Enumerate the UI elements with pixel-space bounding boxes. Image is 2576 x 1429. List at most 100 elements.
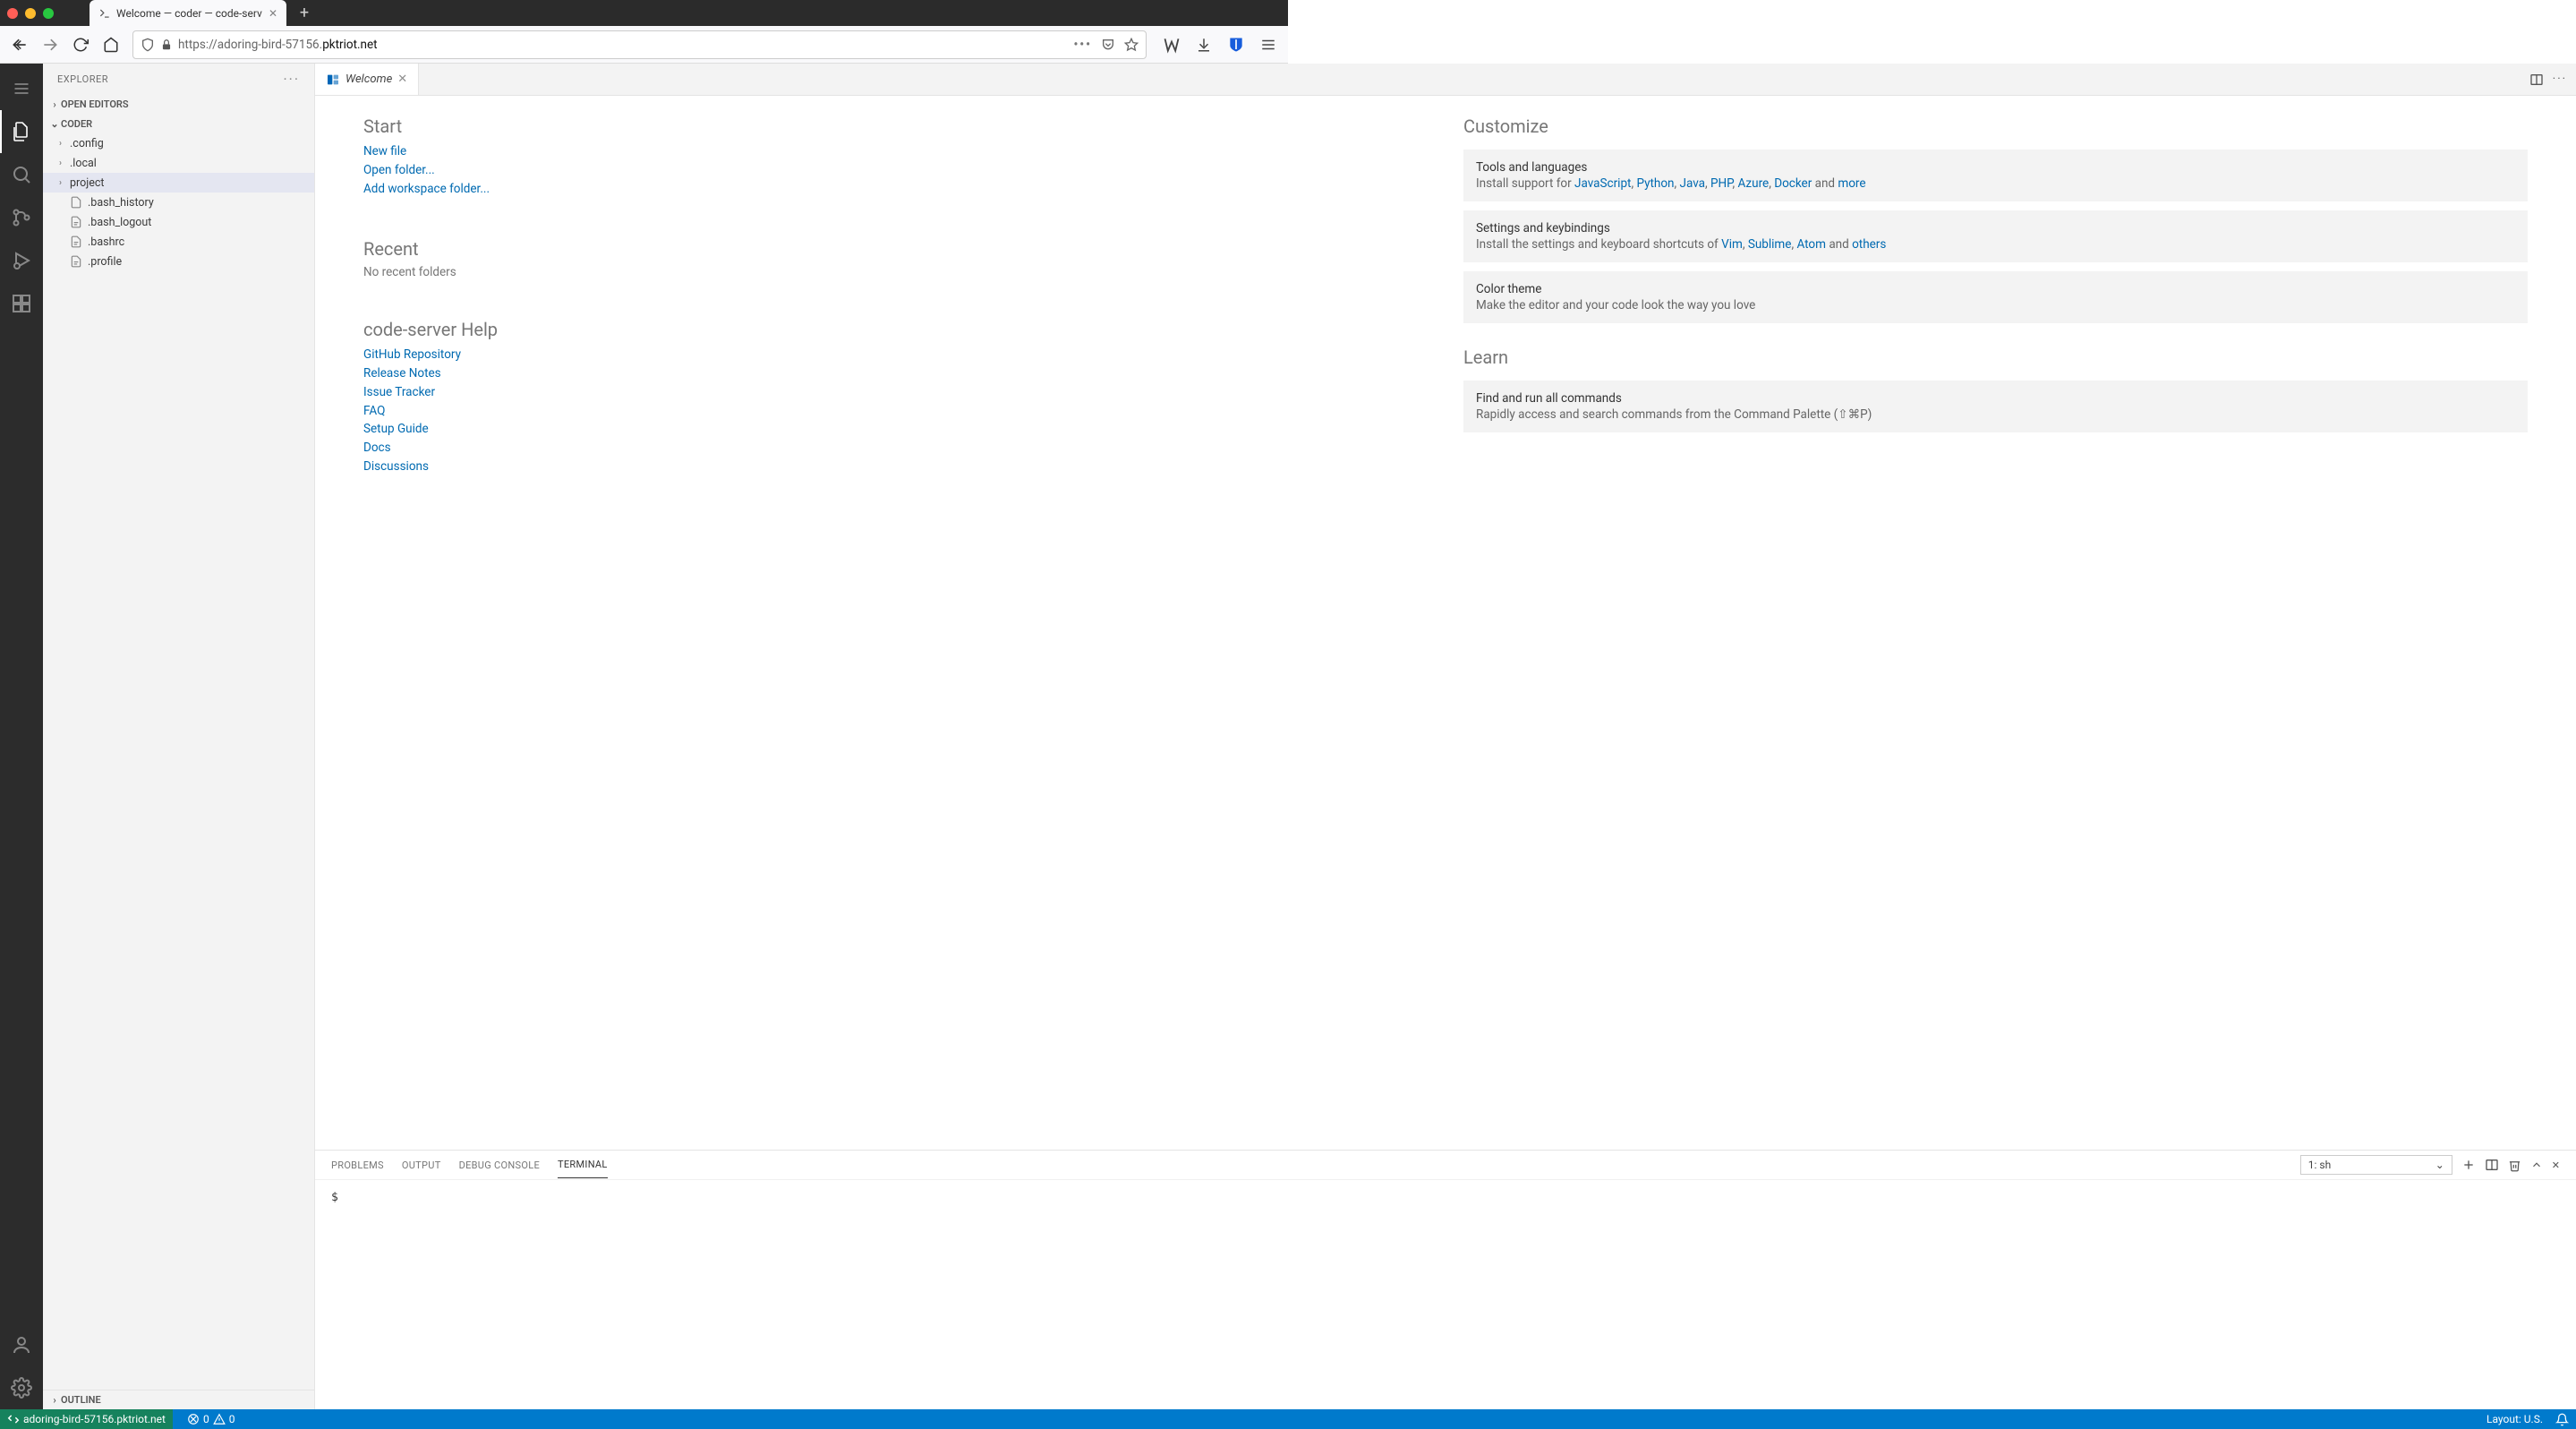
pocket-icon[interactable]	[1101, 38, 1115, 52]
new-file-link[interactable]: New file	[363, 144, 406, 158]
new-terminal-icon[interactable]	[2461, 1158, 2476, 1172]
maximize-panel-icon[interactable]	[2530, 1159, 2543, 1171]
editor-area: Welcome ✕ ··· Start New file Open folder…	[315, 64, 2576, 1409]
explorer-icon[interactable]	[0, 110, 43, 153]
lang-link[interactable]: PHP	[1710, 176, 1733, 191]
reload-button[interactable]	[68, 32, 93, 57]
forward-button[interactable]	[38, 32, 63, 57]
outline-header[interactable]: › OUTLINE	[43, 1390, 314, 1409]
sidebar-more-icon[interactable]: ···	[283, 71, 300, 88]
theme-card[interactable]: Color theme Make the editor and your cod…	[1463, 271, 2528, 323]
minimize-window-icon[interactable]	[25, 8, 36, 19]
hamburger-menu-icon[interactable]	[1256, 32, 1281, 57]
tree-file[interactable]: .bashrc	[43, 232, 314, 252]
layout-label: Layout: U.S.	[2486, 1413, 2543, 1425]
tree-folder-selected[interactable]: › project	[43, 173, 314, 193]
close-panel-icon[interactable]: ✕	[2552, 1159, 2560, 1171]
lang-link[interactable]: Azure	[1738, 176, 1770, 191]
help-link[interactable]: Release Notes	[363, 366, 441, 381]
card-title: Tools and languages	[1476, 160, 2515, 175]
chevron-right-icon: ›	[48, 98, 61, 110]
search-icon[interactable]	[0, 153, 43, 196]
tab-close-icon[interactable]: ✕	[269, 7, 277, 20]
help-section: code-server Help GitHub Repository Relea…	[363, 319, 1428, 476]
browser-tab[interactable]: Welcome — coder — code-serv ✕	[90, 0, 286, 26]
file-icon	[70, 216, 84, 228]
extension-w-icon[interactable]	[1159, 32, 1184, 57]
commands-card[interactable]: Find and run all commands Rapidly access…	[1463, 381, 2528, 432]
gear-icon[interactable]	[0, 1366, 43, 1409]
others-link[interactable]: others	[1852, 237, 1886, 252]
panel-tab-debug-console[interactable]: DEBUG CONSOLE	[459, 1152, 540, 1178]
maximize-window-icon[interactable]	[43, 8, 54, 19]
help-link[interactable]: Discussions	[363, 459, 429, 474]
panel-tab-terminal[interactable]: TERMINAL	[558, 1151, 608, 1178]
tab-favicon-icon	[98, 7, 111, 20]
more-link[interactable]: more	[1838, 176, 1865, 191]
lang-link[interactable]: Python	[1636, 176, 1674, 191]
keymap-link[interactable]: Atom	[1796, 237, 1826, 252]
app: EXPLORER ··· › OPEN EDITORS ⌄ CODER › .c…	[0, 64, 2576, 1409]
help-link[interactable]: Docs	[363, 441, 391, 455]
panel-tab-output[interactable]: OUTPUT	[402, 1152, 441, 1178]
lang-link[interactable]: JavaScript	[1574, 176, 1631, 191]
chevron-right-icon: ›	[59, 158, 70, 168]
help-link[interactable]: GitHub Repository	[363, 347, 461, 362]
terminal-select-label: 1: sh	[2308, 1159, 2331, 1171]
tree-folder[interactable]: › .config	[43, 133, 314, 153]
downloads-icon[interactable]	[1191, 32, 1216, 57]
lock-icon[interactable]	[160, 39, 173, 51]
source-control-icon[interactable]	[0, 196, 43, 239]
split-editor-icon[interactable]	[2529, 73, 2544, 87]
keymap-link[interactable]: Sublime	[1748, 237, 1792, 252]
kill-terminal-icon[interactable]	[2508, 1159, 2521, 1172]
editor-tab-welcome[interactable]: Welcome ✕	[315, 64, 419, 95]
browser-titlebar: Welcome — coder — code-serv ✕ +	[0, 0, 1288, 26]
help-link[interactable]: Issue Tracker	[363, 385, 435, 399]
keybindings-card[interactable]: Settings and keybindings Install the set…	[1463, 210, 2528, 262]
tree-file[interactable]: .bash_logout	[43, 212, 314, 232]
back-button[interactable]	[7, 32, 32, 57]
bookmark-star-icon[interactable]	[1124, 38, 1139, 52]
help-link[interactable]: FAQ	[363, 404, 385, 418]
panel: PROBLEMS OUTPUT DEBUG CONSOLE TERMINAL 1…	[315, 1150, 2576, 1409]
errors-count: 0	[203, 1413, 209, 1425]
new-tab-button[interactable]: +	[292, 1, 317, 26]
workspace-header[interactable]: ⌄ CODER	[43, 114, 314, 133]
terminal-select[interactable]: 1: sh ⌄	[2300, 1155, 2452, 1175]
run-debug-icon[interactable]	[0, 239, 43, 282]
menu-icon[interactable]	[0, 67, 43, 110]
add-workspace-folder-link[interactable]: Add workspace folder...	[363, 182, 490, 196]
problems-status[interactable]: 0 0	[187, 1413, 235, 1425]
remote-host-button[interactable]: adoring-bird-57156.pktriot.net	[0, 1409, 173, 1429]
more-icon[interactable]: ···	[2553, 73, 2567, 86]
editor-tabs: Welcome ✕ ···	[315, 64, 2576, 96]
layout-status[interactable]: Layout: U.S.	[2486, 1413, 2543, 1425]
page-actions-icon[interactable]: •••	[1073, 38, 1092, 52]
account-icon[interactable]	[0, 1323, 43, 1366]
home-button[interactable]	[98, 32, 124, 57]
browser-tab-title: Welcome — coder — code-serv	[116, 7, 262, 20]
close-icon[interactable]: ✕	[397, 73, 407, 86]
lang-link[interactable]: Java	[1680, 176, 1705, 191]
lang-link[interactable]: Docker	[1774, 176, 1812, 191]
close-window-icon[interactable]	[7, 8, 18, 19]
keymap-link[interactable]: Vim	[1721, 237, 1743, 252]
notifications-icon[interactable]	[2555, 1413, 2569, 1426]
shield-icon[interactable]	[141, 38, 155, 52]
url-bar[interactable]: https://adoring-bird-57156.pktriot.net •…	[132, 30, 1147, 59]
bitwarden-icon[interactable]	[1224, 32, 1249, 57]
help-link[interactable]: Setup Guide	[363, 422, 429, 436]
terminal-body[interactable]: $	[315, 1180, 2576, 1409]
recent-heading: Recent	[363, 238, 1428, 260]
tree-file[interactable]: .bash_history	[43, 193, 314, 212]
tree-folder[interactable]: › .local	[43, 153, 314, 173]
extensions-icon[interactable]	[0, 282, 43, 325]
panel-tab-problems[interactable]: PROBLEMS	[331, 1152, 384, 1178]
tools-card[interactable]: Tools and languages Install support for …	[1463, 150, 2528, 201]
tree-file[interactable]: .profile	[43, 252, 314, 271]
card-desc: Install support for JavaScript, Python, …	[1476, 176, 2515, 191]
open-folder-link[interactable]: Open folder...	[363, 163, 435, 177]
open-editors-header[interactable]: › OPEN EDITORS	[43, 94, 314, 114]
split-terminal-icon[interactable]	[2485, 1158, 2499, 1172]
